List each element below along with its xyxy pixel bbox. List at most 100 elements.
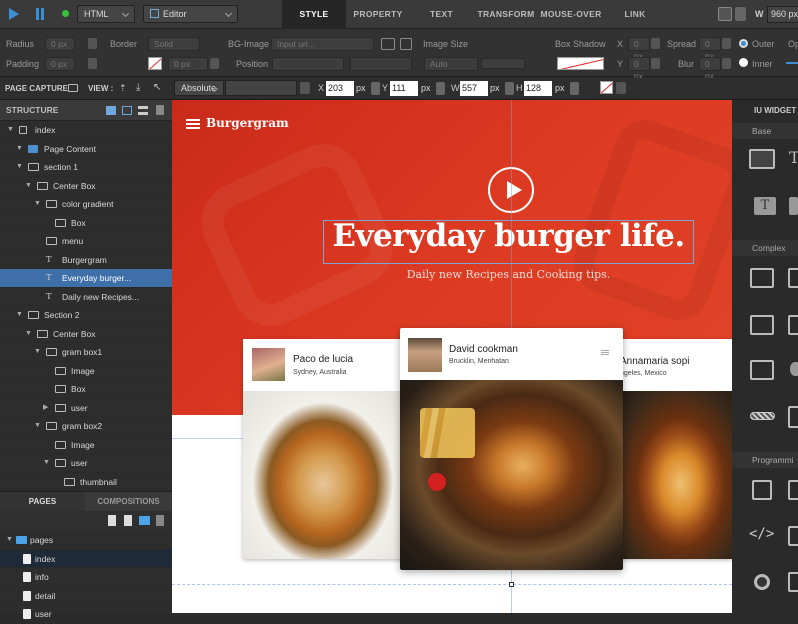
position-buttons[interactable] bbox=[272, 57, 344, 71]
y-stepper[interactable] bbox=[436, 82, 445, 95]
w-input[interactable]: 557 bbox=[460, 81, 488, 96]
selection-handle[interactable] bbox=[509, 582, 514, 587]
device-dropdown-button[interactable] bbox=[735, 7, 746, 21]
layout-icon-3[interactable] bbox=[138, 106, 148, 115]
texticon-widget[interactable] bbox=[789, 197, 798, 215]
tree-item[interactable]: Image bbox=[0, 362, 172, 380]
tab-text[interactable]: TEXT bbox=[410, 0, 473, 29]
tab-property[interactable]: PROPERTY bbox=[346, 0, 410, 29]
shadow-x-input[interactable]: 0 px bbox=[628, 37, 650, 61]
tree-item[interactable]: ▼ Page Content bbox=[0, 140, 172, 159]
more-widget-icon[interactable] bbox=[788, 572, 798, 592]
tab-mouse-over[interactable]: MOUSE-OVER bbox=[539, 0, 603, 29]
zoom-fit-icon[interactable]: ⇡ bbox=[119, 83, 127, 94]
brand-name[interactable]: Burgergram bbox=[206, 116, 289, 130]
opacity-slider[interactable] bbox=[786, 62, 798, 64]
subtitle[interactable]: Daily new Recipes and Cooking tips. bbox=[323, 268, 694, 281]
page-item[interactable]: index bbox=[0, 549, 172, 568]
html-widget-icon[interactable]: </> bbox=[749, 526, 774, 542]
panel-widget-icon[interactable] bbox=[750, 360, 774, 380]
doc-type-select[interactable]: HTML bbox=[77, 5, 135, 23]
border-width-input[interactable]: 0 px bbox=[168, 57, 208, 71]
blur-input[interactable]: 0 px bbox=[699, 57, 721, 81]
device-select[interactable] bbox=[718, 7, 732, 21]
tree-item[interactable]: ▶ user bbox=[0, 399, 172, 418]
tab-link[interactable]: LINK bbox=[603, 0, 667, 29]
layout-icon-1[interactable] bbox=[106, 106, 116, 115]
text-widget-icon[interactable]: T bbox=[789, 148, 798, 167]
page-width-input[interactable]: 960 px bbox=[767, 6, 798, 23]
tree-item[interactable]: menu bbox=[0, 232, 172, 251]
card-2[interactable]: David cookman Brucklin, Menhatan bbox=[400, 328, 623, 570]
image-add-icon[interactable] bbox=[381, 38, 395, 50]
tree-item[interactable]: T Everyday burger... bbox=[0, 269, 172, 288]
table-widget-icon[interactable] bbox=[788, 268, 798, 288]
position-mode-select[interactable]: Absolute bbox=[174, 80, 224, 96]
border-width-stepper[interactable] bbox=[210, 58, 219, 69]
headline[interactable]: Everyday burger life. bbox=[323, 218, 694, 254]
delete-page-icon[interactable] bbox=[156, 515, 164, 526]
pages-folder[interactable]: ▼ pages bbox=[0, 531, 172, 550]
duplicate-page-icon[interactable] bbox=[124, 515, 132, 526]
record-widget-icon[interactable] bbox=[754, 574, 770, 590]
tree-item[interactable]: ▼ Center Box bbox=[0, 325, 172, 344]
page-capture-label[interactable]: PAGE CAPTURE bbox=[5, 84, 68, 93]
h-stepper[interactable] bbox=[570, 82, 579, 95]
hamburger-icon[interactable] bbox=[186, 119, 200, 121]
expand-arrow-icon[interactable]: ▼ bbox=[34, 417, 41, 436]
grid-widget-icon[interactable] bbox=[788, 315, 798, 335]
add-page-icon[interactable] bbox=[108, 515, 116, 526]
textbox-widget-icon[interactable]: T bbox=[754, 197, 776, 215]
x-stepper[interactable] bbox=[371, 82, 380, 95]
shadow-y-stepper[interactable] bbox=[651, 58, 660, 69]
align-buttons[interactable] bbox=[225, 80, 297, 96]
h-input[interactable]: 128 bbox=[524, 81, 552, 96]
collection-widget-icon[interactable] bbox=[788, 526, 798, 546]
shadow-x-stepper[interactable] bbox=[651, 38, 660, 49]
new-folder-icon[interactable] bbox=[139, 516, 150, 525]
expand-arrow-icon[interactable]: ▼ bbox=[43, 454, 50, 473]
play-icon[interactable] bbox=[9, 8, 19, 20]
tree-item[interactable]: ▼ Center Box bbox=[0, 177, 172, 196]
box-widget-icon[interactable] bbox=[749, 149, 775, 169]
trash-icon[interactable] bbox=[156, 105, 164, 115]
position-align-buttons[interactable] bbox=[350, 57, 412, 71]
bg-image-input[interactable]: Input url... bbox=[271, 37, 374, 51]
menu-icon[interactable] bbox=[601, 350, 609, 351]
spread-stepper[interactable] bbox=[722, 38, 731, 49]
fill-dropdown[interactable] bbox=[616, 82, 626, 94]
spread-input[interactable]: 0 px bbox=[699, 37, 721, 61]
x-input[interactable]: 203 bbox=[326, 81, 354, 96]
twitter-widget-icon[interactable] bbox=[790, 362, 798, 376]
padding-stepper[interactable] bbox=[88, 58, 97, 69]
image-size-select[interactable]: Auto bbox=[424, 57, 478, 71]
page-item[interactable]: detail bbox=[0, 587, 172, 605]
expand-arrow-icon[interactable]: ▼ bbox=[25, 325, 32, 344]
tree-item[interactable]: Image bbox=[0, 436, 172, 454]
border-color-swatch[interactable] bbox=[148, 57, 162, 70]
shadow-y-input[interactable]: 0 px bbox=[628, 57, 650, 81]
tree-item[interactable]: thumbnail bbox=[0, 473, 172, 491]
tree-item[interactable]: ▼ color gradient bbox=[0, 195, 172, 214]
pause-icon[interactable] bbox=[36, 8, 39, 20]
tab-transform[interactable]: TRANSFORM bbox=[473, 0, 539, 29]
shadow-color-swatch[interactable] bbox=[557, 57, 604, 70]
tree-item[interactable]: ▼ gram box2 bbox=[0, 417, 172, 436]
expand-arrow-icon[interactable]: ▼ bbox=[16, 306, 23, 325]
tree-item[interactable]: ▼ Section 2 bbox=[0, 306, 172, 325]
tab-pages[interactable]: PAGES bbox=[0, 492, 85, 512]
mode-select[interactable]: Editor bbox=[143, 5, 238, 23]
layout-icon-2[interactable] bbox=[122, 106, 132, 115]
collapse-arrow-icon[interactable]: ▶ bbox=[43, 399, 48, 418]
progress-widget-icon[interactable] bbox=[750, 412, 775, 420]
expand-icon[interactable] bbox=[400, 38, 412, 50]
expand-arrow-icon[interactable]: ▼ bbox=[34, 343, 41, 362]
expand-arrow-icon[interactable]: ▼ bbox=[25, 177, 32, 196]
padding-input[interactable]: 0 px bbox=[45, 57, 75, 71]
tree-item[interactable]: Box bbox=[0, 380, 172, 399]
expand-arrow-icon[interactable]: ▼ bbox=[16, 140, 23, 159]
radius-input[interactable]: 0 px bbox=[45, 37, 75, 51]
download-icon[interactable]: ⤓ bbox=[136, 82, 140, 93]
tree-item[interactable]: T Daily new Recipes... bbox=[0, 288, 172, 306]
import-widget-icon[interactable] bbox=[788, 480, 798, 500]
